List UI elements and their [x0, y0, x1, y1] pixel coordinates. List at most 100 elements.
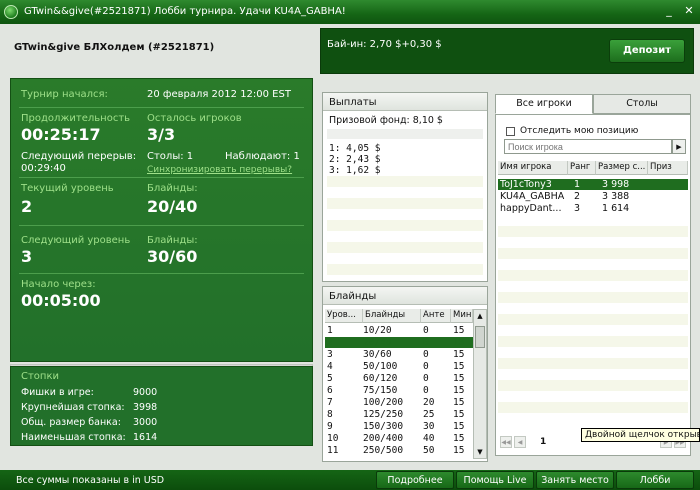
- player-rank: 2: [574, 191, 581, 202]
- payouts-header: Выплаты: [323, 93, 487, 111]
- blind-level: 8: [327, 409, 333, 420]
- lobby-main: GTwin&give БЛХолдем (#2521871) Турнир на…: [0, 24, 700, 470]
- next-break-value: 00:29:40: [21, 163, 66, 174]
- empty-row: [327, 242, 483, 253]
- scroll-down-icon[interactable]: ▼: [474, 446, 486, 458]
- blind-minutes: 15: [453, 421, 465, 432]
- player-stack: 1 614: [602, 203, 630, 214]
- blind-level: 10: [327, 433, 339, 444]
- blind-ante: 0: [423, 361, 429, 372]
- watching-count: Наблюдают: 1: [225, 151, 300, 162]
- blind-row[interactable]: 3 30/60 0 15: [325, 349, 475, 360]
- started-label: Турнир начался:: [21, 89, 108, 100]
- blind-row[interactable]: 8 125/250 25 15: [325, 409, 475, 420]
- next-blinds-label: Блайнды:: [147, 235, 198, 246]
- tab-all-players[interactable]: Все игроки: [495, 94, 593, 114]
- col-stack[interactable]: Размер с...: [596, 161, 648, 175]
- payouts-spacer: [327, 129, 483, 139]
- next-blinds-value: 30/60: [147, 247, 198, 266]
- blind-amount: 30/60: [363, 349, 392, 360]
- prev-page-icon[interactable]: ◀: [514, 436, 526, 448]
- first-page-icon[interactable]: ◀◀: [500, 436, 512, 448]
- col-player-name[interactable]: Имя игрока: [498, 161, 568, 175]
- blind-row[interactable]: 1 10/20 0 15: [325, 325, 475, 336]
- blinds-scrollbar[interactable]: ▲ ▼: [473, 309, 487, 459]
- buyin-header: Бай-ин: 2,70 $+0,30 $ Депозит: [320, 28, 694, 74]
- lobby-button[interactable]: Лобби: [616, 471, 694, 489]
- current-blinds-label: Блайнды:: [147, 183, 198, 194]
- blind-ante: 30: [423, 421, 435, 432]
- player-rank: 3: [574, 203, 581, 214]
- details-button[interactable]: Подробнее: [376, 471, 454, 489]
- currency-note: Все суммы показаны в in USD: [16, 475, 165, 486]
- tournament-name: GTwin&give БЛХолдем (#2521871): [14, 42, 215, 53]
- payouts-title: Выплаты: [329, 97, 377, 108]
- player-stack: 3 388: [602, 191, 630, 202]
- start-in-value: 00:05:00: [21, 291, 101, 310]
- blind-ante: 25: [423, 409, 435, 420]
- search-go-icon[interactable]: ▶: [672, 139, 686, 154]
- close-button[interactable]: ✕: [682, 4, 696, 18]
- blind-amount: 20/40: [363, 337, 392, 348]
- blind-row[interactable]: 2 20/40 0 15: [325, 337, 475, 348]
- next-level-label: Следующий уровень: [21, 235, 131, 246]
- blind-minutes: 15: [453, 433, 465, 444]
- empty-row: [498, 358, 688, 369]
- players-left-label: Осталось игроков: [147, 113, 242, 124]
- scroll-thumb[interactable]: [475, 326, 485, 348]
- buyin-text: Бай-ин: 2,70 $+0,30 $: [327, 39, 442, 50]
- blind-level: 6: [327, 385, 333, 396]
- prize-pool: Призовой фонд: 8,10 $: [329, 115, 443, 126]
- blind-row[interactable]: 6 75/150 0 15: [325, 385, 475, 396]
- tab-tables[interactable]: Столы: [593, 94, 691, 114]
- sync-breaks-link[interactable]: Синхронизировать перерывы?: [147, 165, 292, 175]
- blind-amount: 100/200: [363, 397, 404, 408]
- blind-level: 5: [327, 373, 333, 384]
- empty-row: [498, 402, 688, 413]
- scroll-up-icon[interactable]: ▲: [474, 310, 486, 322]
- stacks-title: Стопки: [21, 371, 60, 382]
- empty-row: [327, 176, 483, 187]
- divider: [19, 273, 304, 274]
- blinds-panel: Блайнды Уров... Блайнды Анте Мин 1 10/20 0…: [322, 286, 488, 462]
- col-ante[interactable]: Анте: [421, 309, 451, 323]
- blind-row[interactable]: 7 100/200 20 15: [325, 397, 475, 408]
- page-number: 1: [540, 437, 547, 447]
- blind-amount: 10/20: [363, 325, 392, 336]
- player-row[interactable]: ToJ1cTony3 1 3 998: [498, 179, 688, 190]
- player-row[interactable]: KU4A_GABHA 2 3 388: [498, 191, 688, 202]
- blind-level: 1: [327, 325, 333, 336]
- blind-row[interactable]: 9 150/300 30 15: [325, 421, 475, 432]
- deposit-button[interactable]: Депозит: [609, 39, 685, 63]
- blind-ante: 0: [423, 373, 429, 384]
- player-search-input[interactable]: [504, 139, 672, 154]
- window-title: GTwin&&give(#2521871) Лобби турнира. Уда…: [24, 6, 346, 17]
- blind-row[interactable]: 11 250/500 50 15: [325, 445, 475, 456]
- blind-amount: 150/300: [363, 421, 404, 432]
- blind-amount: 250/500: [363, 445, 404, 456]
- stacks-panel: Стопки Фишки в игре: 9000 Крупнейшая сто…: [10, 366, 313, 446]
- blind-row[interactable]: 4 50/100 0 15: [325, 361, 475, 372]
- track-position-checkbox[interactable]: [506, 127, 515, 136]
- blinds-header: Блайнды: [323, 287, 487, 305]
- minimize-button[interactable]: _: [662, 4, 676, 18]
- blind-minutes: 15: [453, 325, 465, 336]
- blind-row[interactable]: 10 200/400 40 15: [325, 433, 475, 444]
- col-prize[interactable]: Приз: [648, 161, 688, 175]
- blind-row[interactable]: 5 60/120 0 15: [325, 373, 475, 384]
- col-level[interactable]: Уров...: [325, 309, 363, 323]
- empty-row: [327, 198, 483, 209]
- divider: [19, 225, 304, 226]
- player-name: KU4A_GABHA: [500, 191, 565, 202]
- blind-minutes: 15: [453, 397, 465, 408]
- take-seat-button[interactable]: Занять место: [536, 471, 614, 489]
- player-row[interactable]: happyDant... 3 1 614: [498, 203, 688, 214]
- blinds-title: Блайнды: [329, 291, 377, 302]
- col-rank[interactable]: Ранг: [568, 161, 596, 175]
- live-help-button[interactable]: Помощь Live: [456, 471, 534, 489]
- blind-minutes: 15: [453, 337, 465, 348]
- tables-count: Столы: 1: [147, 151, 194, 162]
- empty-row: [327, 220, 483, 231]
- col-blinds[interactable]: Блайнды: [363, 309, 421, 323]
- col-min[interactable]: Мин: [451, 309, 473, 323]
